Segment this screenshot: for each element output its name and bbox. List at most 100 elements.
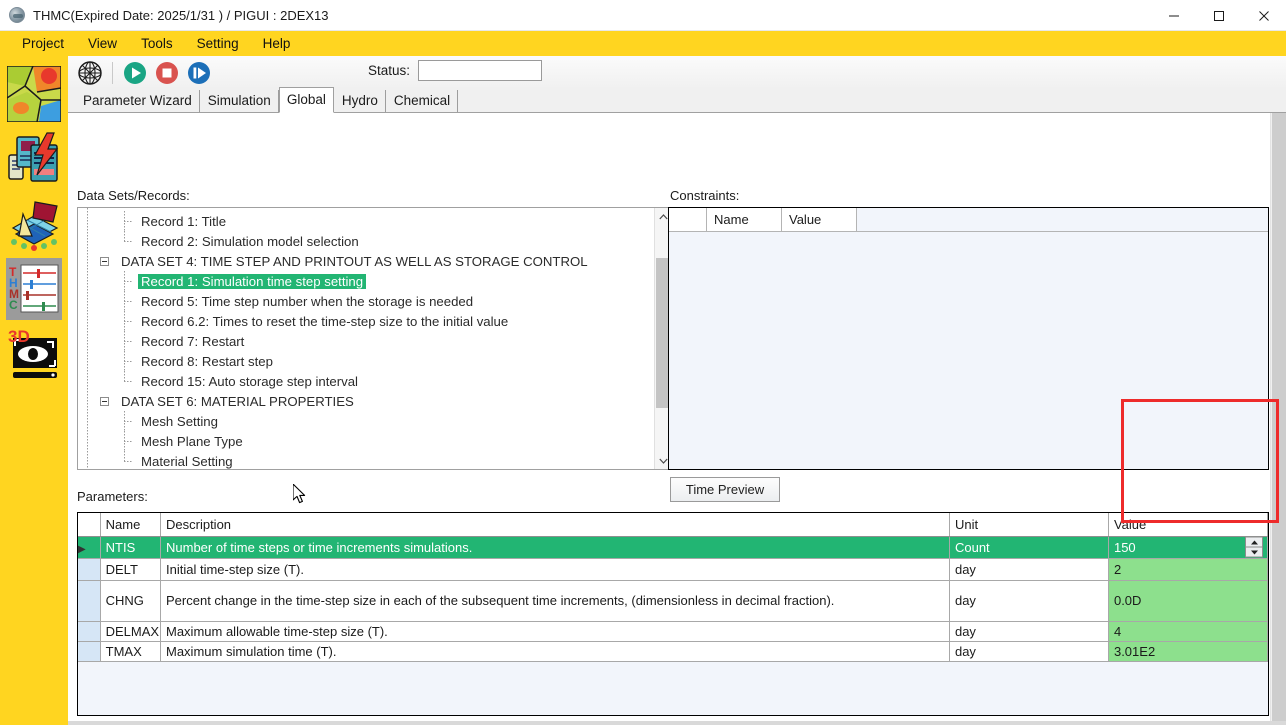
- tab-strip: Parameter Wizard Simulation Global Hydro…: [68, 87, 1286, 113]
- row-selector[interactable]: [78, 621, 101, 642]
- tab-hydro[interactable]: Hydro: [333, 90, 386, 112]
- row-selector[interactable]: [78, 580, 101, 622]
- stop-icon[interactable]: [151, 58, 183, 88]
- menu-item-view[interactable]: View: [76, 34, 129, 53]
- cell-name: CHNG: [100, 580, 162, 622]
- time-preview-button[interactable]: Time Preview: [670, 477, 780, 502]
- cell-unit: day: [949, 580, 1109, 622]
- tree-node[interactable]: Mesh Setting: [78, 411, 654, 431]
- table-row[interactable]: CHNG Percent change in the time-step siz…: [78, 580, 1268, 622]
- cell-description: Maximum allowable time-step size (T).: [160, 621, 950, 642]
- rail-button-3d-view[interactable]: 3D: [6, 323, 62, 385]
- spinner-down-icon[interactable]: [1246, 548, 1262, 557]
- tree-node-selected[interactable]: Record 1: Simulation time step setting: [78, 271, 654, 291]
- tree-node[interactable]: Record 15: Auto storage step interval: [78, 371, 654, 391]
- col-header-unit[interactable]: Unit: [949, 513, 1109, 537]
- cell-value[interactable]: 3.01E2: [1108, 641, 1268, 662]
- tree-node[interactable]: Record 8: Restart step: [78, 351, 654, 371]
- tree-node[interactable]: Record 7: Restart: [78, 331, 654, 351]
- parameters-table: Name Description Unit Value ▶ NTIS Numbe…: [78, 513, 1268, 662]
- table-row[interactable]: ▶ NTIS Number of time steps or time incr…: [78, 536, 1268, 559]
- tab-global[interactable]: Global: [278, 87, 334, 113]
- rail-button-geology-map[interactable]: [6, 63, 62, 125]
- tree-node-label: Record 15: Auto storage step interval: [141, 373, 358, 389]
- close-button[interactable]: [1241, 0, 1286, 31]
- step-forward-icon[interactable]: [183, 58, 215, 88]
- cell-value[interactable]: 2: [1108, 558, 1268, 581]
- row-selector[interactable]: [78, 558, 101, 581]
- content-scrollbar-thumb[interactable]: [1272, 113, 1286, 725]
- table-row[interactable]: DELMAX Maximum allowable time-step size …: [78, 621, 1268, 642]
- tree-node[interactable]: Material Setting: [78, 451, 654, 469]
- application-window: THMC(Expired Date: 2025/1/31 ) / PIGUI :…: [0, 0, 1286, 725]
- col-header-name[interactable]: Name: [100, 513, 162, 537]
- col-header-value[interactable]: Value: [1108, 513, 1268, 537]
- menu-item-tools[interactable]: Tools: [129, 34, 185, 53]
- parameters-grid[interactable]: Name Description Unit Value ▶ NTIS Numbe…: [77, 512, 1269, 716]
- tree-node[interactable]: Mesh Plane Type: [78, 431, 654, 451]
- rail-button-documents[interactable]: [6, 128, 62, 190]
- menu-bar: Project View Tools Setting Help: [0, 31, 1286, 56]
- row-selector[interactable]: ▶: [78, 536, 101, 559]
- tree-node-group[interactable]: DATA SET 4: TIME STEP AND PRINTOUT AS WE…: [78, 251, 654, 271]
- tree-node-label: Record 1: Title: [141, 213, 227, 229]
- spinner-up-icon[interactable]: [1246, 538, 1262, 548]
- parameters-label: Parameters:: [77, 489, 148, 504]
- table-row[interactable]: DELT Initial time-step size (T). day 2: [78, 558, 1268, 581]
- left-icon-rail: T H M C 3D: [0, 56, 68, 725]
- table-header-row: Name Description Unit Value: [78, 513, 1268, 537]
- cell-value[interactable]: 4: [1108, 621, 1268, 642]
- play-icon[interactable]: [119, 58, 151, 88]
- collapse-icon[interactable]: [100, 396, 109, 406]
- tree-node-label: Record 2: Simulation model selection: [141, 233, 359, 249]
- app-globe-icon: [9, 7, 25, 23]
- maximize-button[interactable]: [1196, 0, 1241, 31]
- minimize-button[interactable]: [1151, 0, 1196, 31]
- rail-button-mesh-plane[interactable]: [6, 193, 62, 255]
- constraints-label: Constraints:: [670, 188, 740, 203]
- cell-unit: day: [949, 558, 1109, 581]
- value-spinner[interactable]: [1245, 536, 1263, 557]
- cell-description: Initial time-step size (T).: [160, 558, 950, 581]
- cell-description: Maximum simulation time (T).: [160, 641, 950, 662]
- svg-text:3D: 3D: [8, 328, 30, 346]
- cell-value[interactable]: 150: [1108, 536, 1268, 559]
- tree-items: Record 1: Title Record 2: Simulation mod…: [78, 208, 654, 469]
- cell-description: Percent change in the time-step size in …: [160, 580, 950, 622]
- tab-parameter-wizard[interactable]: Parameter Wizard: [75, 90, 200, 112]
- status-input[interactable]: [418, 60, 543, 81]
- tab-simulation[interactable]: Simulation: [199, 90, 279, 112]
- tab-chemical[interactable]: Chemical: [385, 90, 459, 112]
- menu-item-help[interactable]: Help: [251, 34, 303, 53]
- tree-node-group[interactable]: DATA SET 6: MATERIAL PROPERTIES: [78, 391, 654, 411]
- row-caret-icon: ▶: [78, 543, 86, 555]
- cell-name: TMAX: [100, 641, 162, 662]
- tree-node[interactable]: Record 5: Time step number when the stor…: [78, 291, 654, 311]
- col-header-description[interactable]: Description: [160, 513, 950, 537]
- rail-button-thmc[interactable]: T H M C: [6, 258, 62, 320]
- cell-description: Number of time steps or time increments …: [160, 536, 950, 559]
- content-vertical-scrollbar[interactable]: [1270, 113, 1286, 725]
- tree-node-label: Record 5: Time step number when the stor…: [141, 293, 474, 309]
- cell-name: DELMAX: [100, 621, 162, 642]
- toolbar-separator: [112, 61, 113, 84]
- constraints-grid[interactable]: Name Value: [668, 207, 1269, 470]
- row-selector[interactable]: [78, 641, 101, 662]
- window-title: THMC(Expired Date: 2025/1/31 ) / PIGUI :…: [33, 7, 329, 23]
- cell-value[interactable]: 0.0D: [1108, 580, 1268, 622]
- tree-node[interactable]: Record 1: Title: [78, 211, 654, 231]
- menu-item-setting[interactable]: Setting: [185, 34, 251, 53]
- tree-node[interactable]: Record 2: Simulation model selection: [78, 231, 654, 251]
- menu-item-project[interactable]: Project: [10, 34, 76, 53]
- cell-unit: Count: [949, 536, 1109, 559]
- table-row[interactable]: TMAX Maximum simulation time (T). day 3.…: [78, 641, 1268, 662]
- collapse-icon[interactable]: [100, 256, 109, 266]
- datasets-label: Data Sets/Records:: [77, 188, 190, 203]
- mesh-globe-icon[interactable]: [74, 58, 106, 88]
- tree-node[interactable]: Record 6.2: Times to reset the time-step…: [78, 311, 654, 331]
- datasets-tree[interactable]: Record 1: Title Record 2: Simulation mod…: [77, 207, 672, 470]
- svg-text:C: C: [9, 298, 18, 312]
- 3d-view-eye-icon: 3D: [7, 328, 61, 380]
- global-tab-content: Data Sets/Records: Constraints: Paramete…: [68, 113, 1286, 725]
- tree-node-label: Record 6.2: Times to reset the time-step…: [141, 313, 509, 329]
